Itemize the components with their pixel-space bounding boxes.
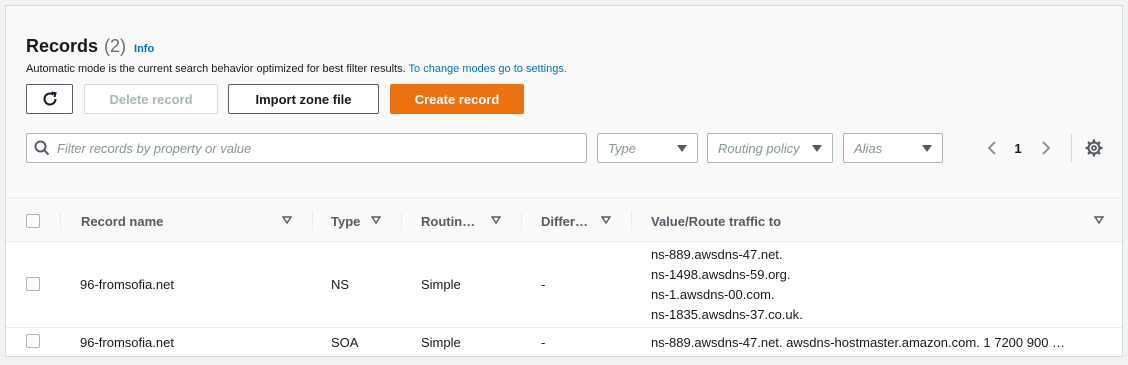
- filter-search[interactable]: [26, 133, 587, 163]
- pagination-divider: [1071, 134, 1072, 162]
- record-name: 96-fromsofia.net: [80, 335, 174, 350]
- column-separator: [401, 211, 402, 231]
- record-value-line: ns-889.awsdns-47.net.: [651, 247, 783, 262]
- refresh-button[interactable]: [26, 84, 73, 114]
- previous-page-button[interactable]: [982, 133, 1002, 163]
- current-page[interactable]: 1: [1010, 133, 1026, 163]
- settings-button[interactable]: [1082, 136, 1106, 160]
- column-separator: [60, 211, 61, 231]
- sort-icon: [491, 216, 501, 225]
- alias-select[interactable]: Alias: [843, 133, 943, 163]
- row-checkbox[interactable]: [26, 277, 40, 291]
- column-separator: [521, 211, 522, 231]
- record-value-line: ns-1835.awsdns-37.co.uk.: [651, 307, 803, 322]
- column-header-record-name[interactable]: Record name: [81, 200, 163, 242]
- search-input[interactable]: [57, 140, 557, 156]
- next-page-button[interactable]: [1036, 133, 1056, 163]
- record-type: NS: [331, 277, 350, 292]
- alias-select-value: Alias: [854, 140, 883, 156]
- table-header: Record name Type Routin… Differ… Value/R…: [6, 200, 1122, 242]
- settings-link[interactable]: To change modes go to settings.: [409, 63, 567, 75]
- caret-down-icon: [922, 144, 932, 152]
- page-title: Records: [26, 36, 99, 56]
- routing-policy-select[interactable]: Routing policy: [707, 133, 833, 163]
- column-header-differ[interactable]: Differ…: [541, 200, 588, 242]
- search-icon: [27, 134, 57, 162]
- title-row: Records (2) Info: [26, 36, 154, 57]
- record-value-line: ns-1498.awsdns-59.org.: [651, 267, 791, 282]
- chevron-left-icon: [987, 141, 996, 155]
- records-count: (2): [104, 36, 127, 56]
- refresh-icon: [43, 91, 57, 106]
- import-zone-file-button[interactable]: Import zone file: [228, 84, 379, 114]
- table-row[interactable]: 96-fromsofia.net SOA Simple - ns-889.aws…: [6, 328, 1122, 356]
- record-differ: -: [541, 277, 546, 292]
- gear-icon: [1085, 139, 1103, 157]
- column-header-type[interactable]: Type: [331, 200, 360, 242]
- type-select-value: Type: [608, 140, 636, 156]
- record-type: SOA: [331, 335, 359, 350]
- caret-down-icon: [677, 144, 687, 152]
- record-value-line: ns-1.awsdns-00.com.: [651, 287, 775, 302]
- sort-icon: [601, 216, 611, 225]
- column-header-value[interactable]: Value/Route traffic to: [651, 200, 781, 242]
- info-link[interactable]: Info: [134, 43, 154, 55]
- record-differ: -: [541, 335, 546, 350]
- record-routing: Simple: [421, 335, 461, 350]
- sort-icon: [371, 216, 381, 225]
- create-record-button[interactable]: Create record: [390, 84, 524, 114]
- description-text: Automatic mode is the current search beh…: [26, 63, 406, 75]
- search-mode-description: Automatic mode is the current search beh…: [26, 63, 567, 75]
- records-panel: Records (2) Info Automatic mode is the c…: [5, 5, 1123, 357]
- delete-record-button[interactable]: Delete record: [84, 84, 218, 114]
- row-checkbox[interactable]: [26, 334, 40, 348]
- record-name: 96-fromsofia.net: [80, 277, 174, 292]
- sort-icon: [282, 216, 292, 225]
- routing-select-value: Routing policy: [718, 140, 800, 156]
- column-separator: [312, 211, 313, 231]
- record-value-line: ns-889.awsdns-47.net. awsdns-hostmaster.…: [651, 335, 1066, 350]
- table-row[interactable]: 96-fromsofia.net NS Simple - ns-889.awsd…: [6, 242, 1122, 328]
- chevron-right-icon: [1042, 141, 1051, 155]
- sort-icon: [1094, 216, 1104, 225]
- record-values: ns-889.awsdns-47.net. ns-1498.awsdns-59.…: [651, 245, 803, 325]
- record-routing: Simple: [421, 277, 461, 292]
- select-all-checkbox[interactable]: [26, 214, 40, 228]
- type-select[interactable]: Type: [597, 133, 698, 163]
- column-header-routing[interactable]: Routin…: [421, 200, 475, 242]
- records-header: Records (2) Info Automatic mode is the c…: [6, 6, 1122, 199]
- caret-down-icon: [812, 144, 822, 152]
- column-separator: [631, 211, 632, 231]
